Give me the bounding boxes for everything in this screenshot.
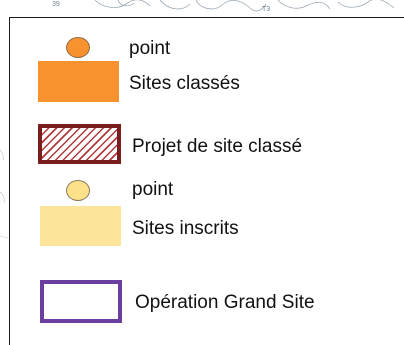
map-label-right: T3 <box>262 6 270 13</box>
purple-outline-rectangle-icon <box>40 280 122 323</box>
map-contour-lines <box>94 0 395 12</box>
map-label-left: 39 <box>52 1 60 8</box>
yellow-circle-icon <box>66 180 90 201</box>
orange-circle-icon <box>66 37 90 58</box>
hatched-rectangle-icon <box>38 124 121 164</box>
legend-label-inscrit-area: Sites inscrits <box>132 218 239 239</box>
yellow-rectangle-icon <box>40 206 121 246</box>
legend-label-classe-point: point <box>129 38 171 59</box>
legend-label-ogs: Opération Grand Site <box>135 292 315 313</box>
legend-label-inscrit-point: point <box>132 179 174 200</box>
orange-rectangle-icon <box>38 61 119 102</box>
legend-label-classe-area: Sites classés <box>129 73 240 94</box>
legend-label-projet: Projet de site classé <box>132 136 303 157</box>
